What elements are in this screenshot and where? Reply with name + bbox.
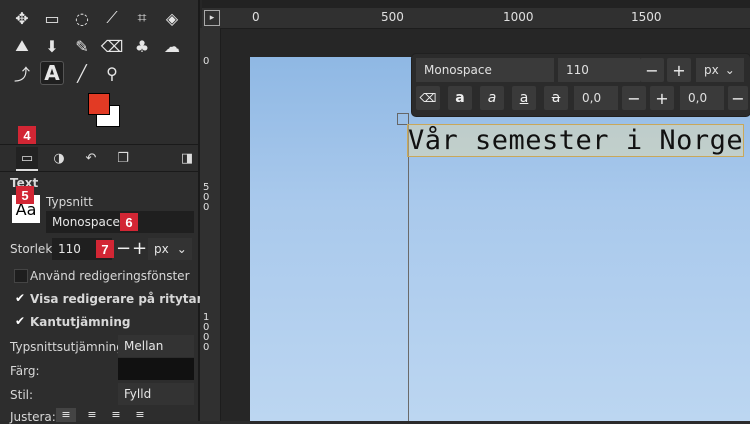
baseline-increase-button[interactable]: +	[650, 86, 674, 110]
toolbar-size-input[interactable]: 110	[558, 58, 640, 82]
vruler-tick-0: 0	[203, 56, 210, 67]
eraser-icon[interactable]: ⌫	[100, 34, 124, 58]
size-label: Storlek:	[10, 242, 57, 256]
size-increase-button[interactable]: +	[132, 238, 147, 259]
justify-center-icon[interactable]: ≡	[106, 408, 126, 422]
image-tab-strip	[202, 0, 750, 8]
vruler-tick-1000: 1000	[203, 312, 210, 353]
baseline-input[interactable]: 0,0	[574, 86, 618, 110]
move-icon[interactable]: ✥	[10, 6, 34, 30]
toolbar-unit-select[interactable]: px ⌄	[696, 58, 744, 82]
tool-row-3: ⤴ A ╱ ⚲	[10, 61, 124, 85]
toolbar-font-value: Monospace	[424, 63, 492, 77]
hinting-select[interactable]: Mellan	[118, 335, 194, 357]
badge-6: 6	[120, 213, 138, 231]
strikethrough-button[interactable]: a	[544, 86, 568, 110]
justify-label: Justera:	[10, 410, 56, 424]
chevron-down-icon: ⌄	[724, 63, 735, 77]
dock-menu-icon[interactable]: ◨	[176, 147, 198, 169]
hinting-select-value: Mellan	[124, 339, 164, 353]
vruler-tick-500: 500	[203, 182, 210, 213]
chevron-down-icon: ⌄	[176, 242, 187, 256]
paintbrush-icon[interactable]: ✎	[70, 34, 94, 58]
size-decrease-button[interactable]: −	[116, 238, 131, 259]
font-input-value: Monospace	[52, 215, 120, 229]
font-label: Typsnitt	[46, 195, 93, 209]
lasso-icon[interactable]: ◌	[70, 6, 94, 30]
style-select-value: Fylld	[124, 387, 152, 401]
ruler-tick-1000: 1000	[503, 10, 534, 24]
justify-right-icon[interactable]: ≡	[82, 408, 102, 422]
ruler-tick-1500: 1500	[631, 10, 662, 24]
toolbar-size-value: 110	[566, 63, 589, 77]
on-canvas-text-toolbar: Monospace 110 − + px ⌄ ⌫ a a a a 0,0 − + …	[412, 54, 750, 116]
justify-fill-icon[interactable]: ≡	[130, 408, 150, 422]
bold-button[interactable]: a	[448, 86, 472, 110]
canvas-text-content: Vår semester i Norge	[406, 124, 745, 157]
ruler-tick-500: 500	[381, 10, 404, 24]
crop-icon[interactable]: ⌗	[130, 6, 154, 30]
clone-icon[interactable]: ♣	[130, 34, 154, 58]
bucket-fill-icon[interactable]: ⬇	[40, 34, 64, 58]
fuzzy-select-icon[interactable]: ⟋	[100, 6, 124, 30]
canvas-text-layer[interactable]: Vår semester i Norge	[406, 124, 745, 157]
toolbar-font-input[interactable]: Monospace	[416, 58, 554, 82]
color-picker-icon[interactable]: ╱	[70, 61, 94, 85]
underline-button[interactable]: a	[512, 86, 536, 110]
foreground-color-swatch[interactable]	[88, 93, 110, 115]
paths-icon[interactable]: ⤴	[10, 61, 34, 85]
transform-icon[interactable]: ◈	[160, 6, 184, 30]
badge-5: 5	[16, 186, 34, 204]
dock-tabs: ▭ ◑ ↶ ❐ ◨	[0, 144, 198, 172]
justify-left-icon[interactable]: ≡	[56, 408, 76, 422]
use-editor-checkbox[interactable]	[14, 269, 28, 283]
show-editor-label: Visa redigerare på ritytan	[30, 292, 206, 306]
text-box-handle[interactable]	[397, 113, 409, 125]
text-color-button[interactable]	[118, 358, 194, 380]
clear-style-icon[interactable]: ⌫	[416, 86, 440, 110]
style-label: Stil:	[10, 388, 34, 402]
ruler-tick-0: 0	[252, 10, 260, 24]
undo-history-tab-icon[interactable]: ↶	[80, 147, 102, 169]
text-box-edge	[408, 125, 409, 421]
hinting-label: Typsnittsutjämning:	[10, 340, 128, 354]
warp-icon[interactable]: ⛰	[10, 34, 34, 58]
badge-7: 7	[96, 240, 114, 258]
rect-select-icon[interactable]: ▭	[40, 6, 64, 30]
toolbox-panel: ✥ ▭ ◌ ⟋ ⌗ ◈ ⛰ ⬇ ✎ ⌫ ♣ ☁ ⤴ A ╱ ⚲ 4 ▭ ◑ ↶ …	[0, 0, 205, 424]
size-unit-value: px	[154, 242, 169, 256]
antialias-checkbox[interactable]: ✔	[14, 314, 26, 328]
smudge-icon[interactable]: ☁	[160, 34, 184, 58]
size-input-value: 110	[58, 242, 81, 256]
toolbar-size-increase-button[interactable]: +	[667, 58, 691, 82]
size-unit-select[interactable]: px ⌄	[148, 238, 192, 260]
color-label: Färg:	[10, 364, 40, 378]
images-tab-icon[interactable]: ❐	[112, 147, 134, 169]
tool-row-1: ✥ ▭ ◌ ⟋ ⌗ ◈	[10, 6, 184, 30]
vertical-ruler[interactable]: 0 500 1000	[200, 28, 221, 421]
use-editor-label: Använd redigeringsfönster	[30, 269, 190, 283]
kerning-input[interactable]: 0,0	[680, 86, 724, 110]
show-editor-checkbox[interactable]: ✔	[14, 291, 26, 305]
text-tool-icon[interactable]: A	[40, 61, 64, 85]
kerning-value: 0,0	[688, 91, 708, 105]
antialias-label: Kantutjämning	[30, 315, 131, 329]
kerning-decrease-button[interactable]: −	[728, 86, 748, 110]
badge-4: 4	[18, 126, 36, 144]
color-swatches	[88, 93, 120, 127]
quick-mask-icon[interactable]: ▸	[204, 10, 220, 26]
tool-row-2: ⛰ ⬇ ✎ ⌫ ♣ ☁	[10, 34, 184, 58]
toolbar-size-decrease-button[interactable]: −	[640, 58, 664, 82]
baseline-decrease-button[interactable]: −	[622, 86, 646, 110]
device-status-tab-icon[interactable]: ◑	[48, 147, 70, 169]
toolbar-unit-value: px	[704, 63, 719, 77]
italic-button[interactable]: a	[480, 86, 504, 110]
zoom-icon[interactable]: ⚲	[100, 61, 124, 85]
horizontal-ruler[interactable]: ▸ 0 500 1000 1500	[202, 8, 750, 29]
tool-options-tab-icon[interactable]: ▭	[16, 147, 38, 171]
style-select[interactable]: Fylld	[118, 383, 194, 405]
baseline-value: 0,0	[582, 91, 602, 105]
